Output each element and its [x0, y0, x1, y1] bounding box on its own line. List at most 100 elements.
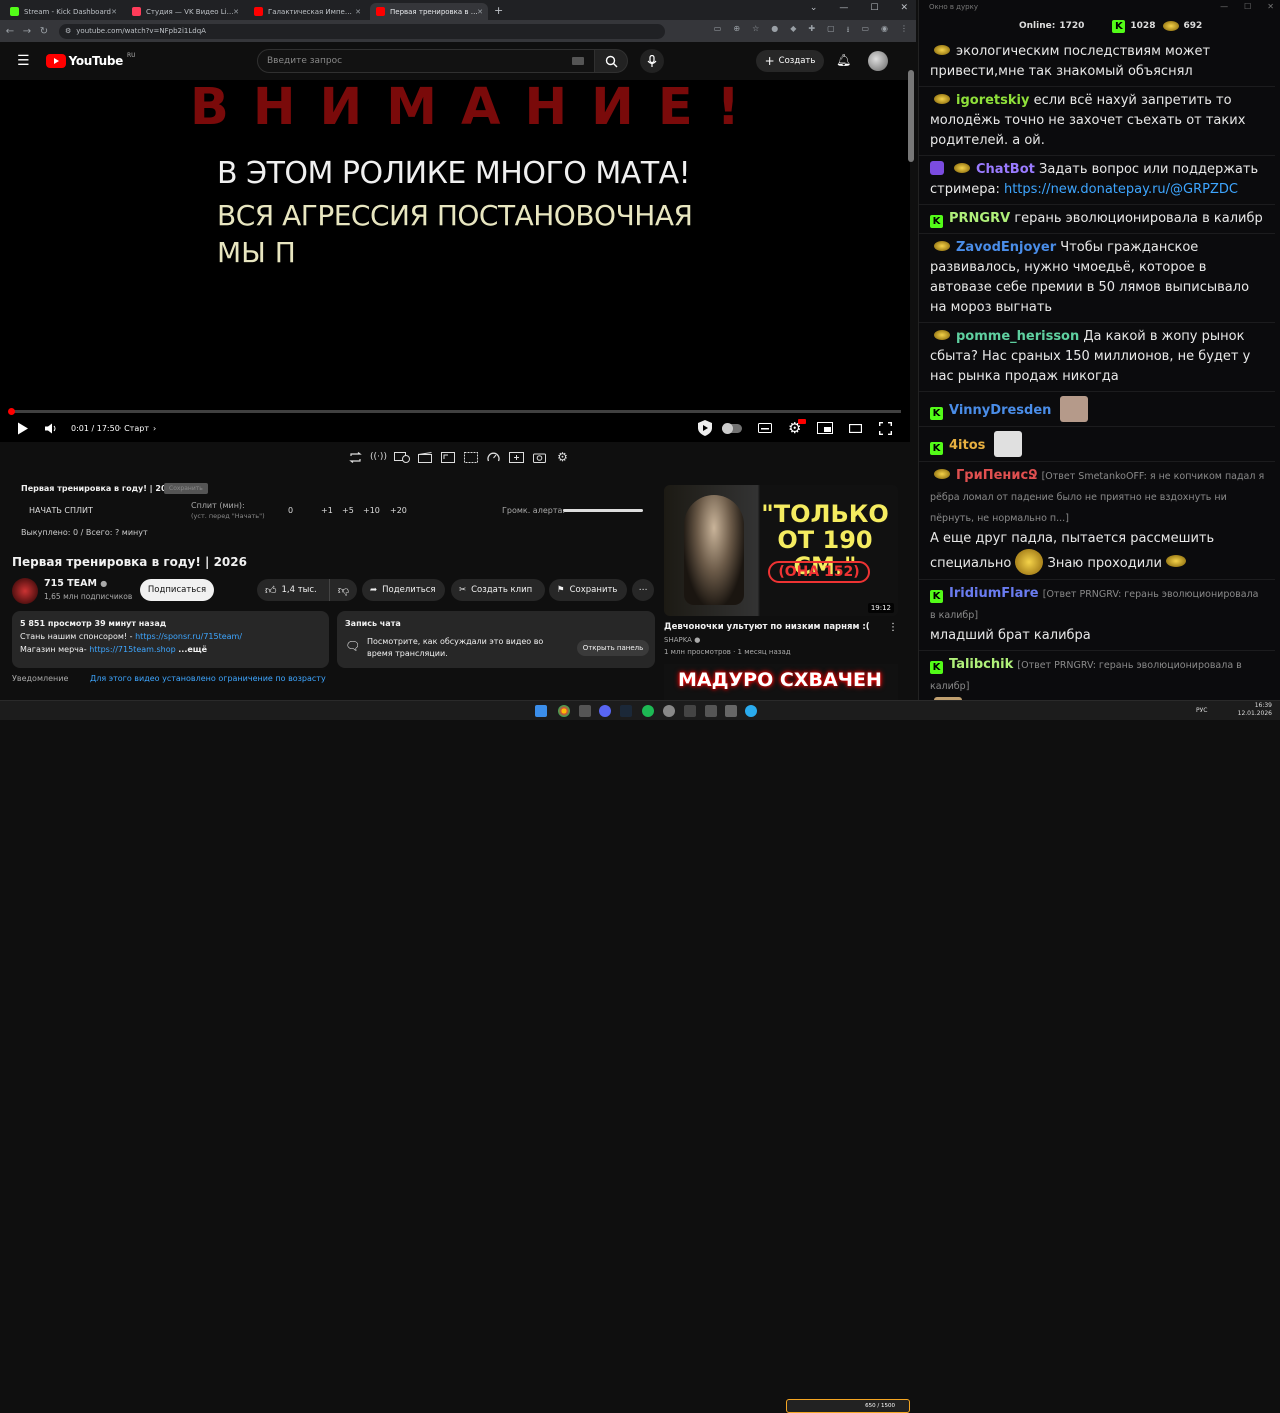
recommendation-thumbnail[interactable]: "ТОЛЬКО ОТ 190 СМ." (ОНА 152) 19:12 [664, 485, 898, 616]
taskbar-app-icon[interactable] [725, 705, 737, 717]
subtitles-icon[interactable] [758, 416, 772, 440]
mute-button[interactable] [45, 416, 57, 440]
chat-username[interactable]: pomme_herisson [956, 329, 1079, 344]
profile-icon[interactable]: ◉ [881, 24, 888, 38]
search-input[interactable]: Введите запрос [257, 49, 595, 73]
channel-name[interactable]: 715 TEAM ● [44, 578, 107, 589]
save-button[interactable]: ⚑ Сохранить [549, 579, 627, 601]
chat-link[interactable]: https://new.donatepay.ru/@GRPZDC [1004, 182, 1238, 197]
chat-username[interactable]: ChatBot [976, 162, 1035, 177]
recommendation-thumbnail-2[interactable]: МАДУРО СХВАЧЕН [664, 664, 898, 700]
start-menu-icon[interactable] [535, 705, 547, 717]
taskbar-app-icon[interactable] [663, 705, 675, 717]
progress-scrubber-handle[interactable] [8, 408, 15, 415]
increment-1-button[interactable]: +1 [321, 506, 333, 515]
play-button[interactable] [17, 416, 29, 440]
close-window-icon[interactable]: ✕ [900, 3, 908, 13]
chat-username[interactable]: PRNGRV [949, 211, 1010, 226]
chrome-icon[interactable] [558, 705, 570, 717]
create-clip-button[interactable]: ✂ Создать клип [451, 579, 545, 601]
guide-menu-icon[interactable]: ☰ [17, 53, 30, 69]
description-box[interactable]: 5 851 просмотр 39 минут назад Стань наши… [12, 611, 329, 668]
fullscreen-icon[interactable] [879, 416, 892, 440]
plugin-save-button[interactable]: Сохранить [164, 483, 208, 494]
settings-gear-icon[interactable]: ⚙ [788, 416, 806, 440]
cast-icon[interactable]: ▭ [714, 24, 722, 38]
age-restriction-link[interactable]: Для этого видео установлено ограничение … [90, 674, 326, 683]
media-icon[interactable]: ▭ [861, 24, 869, 38]
show-more-button[interactable]: ...ещё [178, 645, 207, 654]
close-tab-icon[interactable]: ✕ [233, 8, 239, 16]
sponsor-link[interactable]: https://sponsr.ru/715team/ [135, 632, 242, 641]
chat-username[interactable]: Talibchik [949, 657, 1013, 672]
url-field[interactable]: ⚙ youtube.com/watch?v=NFpb2i1LdqA [59, 23, 665, 39]
menu-icon[interactable]: ⋮ [900, 24, 908, 38]
chat-username[interactable]: igoretskiy [956, 93, 1029, 108]
increment-5-button[interactable]: +5 [342, 506, 354, 515]
zoom-icon[interactable]: ⊕ [733, 24, 740, 38]
extension-settings-icon[interactable]: ⚙ [554, 450, 571, 464]
obs-icon[interactable] [684, 705, 696, 717]
share-button[interactable]: ➦ Поделиться [362, 579, 445, 601]
notifications-bell-icon[interactable]: 🔔︎ [836, 53, 851, 67]
autoplay-toggle[interactable] [722, 416, 742, 440]
miniplayer-icon[interactable] [817, 416, 833, 440]
page-scrollbar[interactable] [908, 70, 914, 162]
tab-search-icon[interactable]: ⌄ [810, 3, 818, 13]
shield-extension-icon[interactable] [696, 416, 714, 440]
close-tab-icon[interactable]: ✕ [355, 8, 361, 16]
dislike-button[interactable]: 👎︎ [329, 579, 357, 601]
recommendation-channel[interactable]: SHAPKA ● [664, 636, 700, 644]
forward-icon[interactable]: → [20, 26, 34, 37]
tab-group-icon[interactable]: ▢ [827, 24, 835, 38]
subscribe-button[interactable]: Подписаться [140, 579, 214, 601]
spotify-icon[interactable] [642, 705, 654, 717]
system-clock[interactable]: 16:39 12.01.2026 [1238, 702, 1272, 718]
chat-username[interactable]: IridiumFlare [949, 586, 1039, 601]
close-tab-icon[interactable]: ✕ [111, 8, 117, 16]
add-screen-icon[interactable] [508, 450, 525, 464]
tab-kick[interactable]: Stream - Kick Dashboard ✕ [4, 3, 122, 20]
discord-icon[interactable] [599, 705, 611, 717]
screenshot-camera-icon[interactable] [531, 450, 548, 464]
taskbar-app-icon[interactable] [705, 705, 717, 717]
open-panel-button[interactable]: Открыть панель [577, 640, 649, 656]
keyboard-icon[interactable] [572, 57, 584, 65]
language-indicator[interactable]: РУС [1196, 707, 1207, 714]
clapper-icon[interactable] [416, 450, 433, 464]
tab-youtube-1[interactable]: Галактическая Империя – все...✕ [248, 3, 366, 20]
like-button[interactable]: 👍︎ 1,4 тыс. [257, 579, 329, 601]
minimize-icon[interactable]: — [1220, 2, 1228, 11]
recommendation-title[interactable]: Девчоночки ультуют по низким парням :( [664, 622, 870, 632]
bookmark-star-icon[interactable]: ☆ [752, 24, 759, 38]
tab-youtube-active[interactable]: Первая тренировка в году! | 2...✕ [370, 3, 488, 20]
video-progress-bar[interactable] [8, 408, 901, 415]
chat-username[interactable]: ZavodEnjoyer [956, 240, 1056, 255]
speed-camera-icon[interactable] [393, 450, 410, 464]
back-icon[interactable]: ← [3, 26, 17, 37]
site-info-icon[interactable]: ⚙ [65, 27, 71, 35]
tab-vk[interactable]: Студия — VK Видео Live ✕ [126, 3, 244, 20]
loop-icon[interactable] [347, 450, 364, 464]
create-button[interactable]: + Создать [756, 50, 824, 72]
maximize-icon[interactable]: ☐ [1244, 2, 1251, 11]
theater-mode-icon[interactable] [849, 416, 862, 440]
reload-icon[interactable]: ↻ [37, 26, 51, 37]
more-vertical-icon[interactable]: ⋮ [888, 622, 898, 633]
speedometer-icon[interactable] [485, 450, 502, 464]
start-split-button[interactable]: НАЧАТЬ СПЛИТ [29, 506, 93, 515]
voice-search-button[interactable] [640, 49, 664, 73]
split-value-field[interactable]: 0 [288, 506, 293, 515]
chat-username[interactable]: VinnyDresden [949, 403, 1051, 418]
close-tab-icon[interactable]: ✕ [477, 8, 483, 16]
video-player[interactable]: ВНИМАНИЕ! В ЭТОМ РОЛИКЕ МНОГО МАТА! ВСЯ … [0, 78, 910, 442]
chapter-button[interactable]: · Старт › [119, 416, 156, 440]
youtube-logo[interactable]: YouTube RU [45, 52, 136, 68]
chat-username[interactable]: ГриПенисՋ [956, 468, 1037, 483]
maximize-icon[interactable]: ☐ [870, 3, 878, 13]
channel-avatar[interactable] [12, 578, 38, 604]
extension-icon[interactable]: ● [771, 24, 778, 38]
new-tab-icon[interactable]: + [494, 4, 503, 17]
account-avatar[interactable] [868, 51, 888, 71]
telegram-icon[interactable] [745, 705, 757, 717]
